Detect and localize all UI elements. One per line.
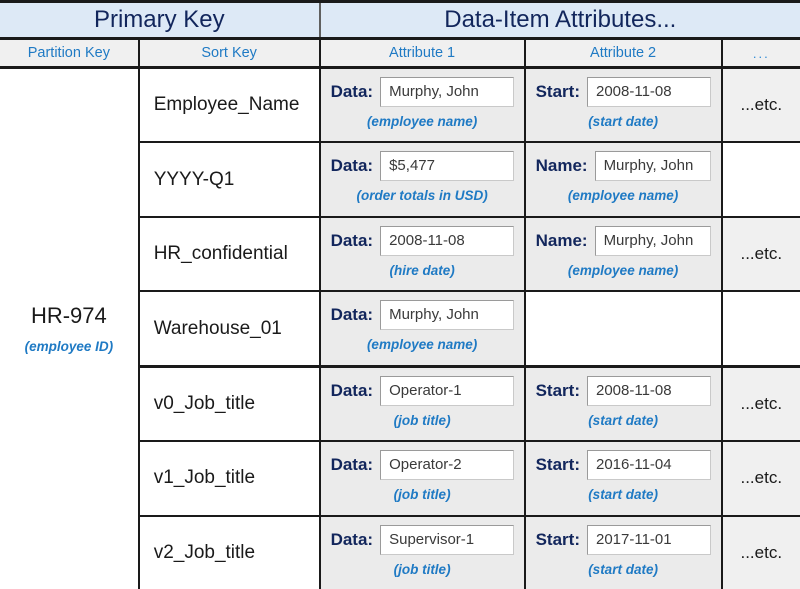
attribute-value: Operator-2: [380, 450, 514, 480]
attribute-caption: (order totals in USD): [331, 188, 514, 203]
attribute-value: 2017-11-01: [587, 525, 711, 555]
dynamodb-table-diagram: Primary Key Data-Item Attributes... Part…: [0, 0, 800, 586]
more-attributes-cell: ...etc.: [722, 217, 800, 291]
attribute-caption: (employee name): [536, 263, 711, 278]
attribute-value: 2008-11-08: [587, 77, 711, 107]
attribute-value: 2008-11-08: [380, 226, 514, 256]
attribute-label: Data:: [331, 300, 374, 325]
more-attributes-cell: [722, 291, 800, 366]
sort-key-cell: v0_Job_title: [139, 366, 320, 441]
attribute-label: Name:: [536, 151, 588, 176]
attribute-2-cell: Name: Murphy, John (employee name): [525, 217, 722, 291]
attribute-label: Start:: [536, 77, 580, 102]
table-row: HR-974 (employee ID) Employee_Name Data:…: [0, 68, 800, 143]
attribute-label: Name:: [536, 226, 588, 251]
attribute-label: Data:: [331, 151, 374, 176]
attribute-value: 2016-11-04: [587, 450, 711, 480]
attribute-value: Supervisor-1: [380, 525, 514, 555]
attribute-value: $5,477: [380, 151, 514, 181]
attribute-value: Murphy, John: [380, 77, 514, 107]
sort-key-cell: Employee_Name: [139, 68, 320, 143]
attribute-caption: (employee name): [536, 188, 711, 203]
attribute-label: Start:: [536, 525, 580, 550]
sort-key-cell: HR_confidential: [139, 217, 320, 291]
attribute-label: Data:: [331, 376, 374, 401]
attribute-2-cell: [525, 291, 722, 366]
more-attributes-cell: ...etc.: [722, 68, 800, 143]
sort-key-cell: v2_Job_title: [139, 516, 320, 589]
attribute-label: Start:: [536, 450, 580, 475]
column-header-attribute-1: Attribute 1: [320, 39, 525, 68]
data-table: Primary Key Data-Item Attributes... Part…: [0, 3, 800, 589]
attribute-1-cell: Data: Supervisor-1 (job title): [320, 516, 525, 589]
more-attributes-cell: ...etc.: [722, 516, 800, 589]
attribute-value: Murphy, John: [595, 151, 711, 181]
column-header-sort-key: Sort Key: [139, 39, 320, 68]
attribute-1-cell: Data: 2008-11-08 (hire date): [320, 217, 525, 291]
attribute-2-cell: Start: 2017-11-01 (start date): [525, 516, 722, 589]
attribute-label: Start:: [536, 376, 580, 401]
attribute-1-cell: Data: Murphy, John (employee name): [320, 68, 525, 143]
attribute-caption: (start date): [536, 413, 711, 428]
attribute-caption: (employee name): [331, 337, 514, 352]
data-item-attributes-band-title: Data-Item Attributes...: [320, 3, 800, 39]
attribute-2-cell: Name: Murphy, John (employee name): [525, 142, 722, 216]
attribute-value: Murphy, John: [595, 226, 711, 256]
sort-key-cell: v1_Job_title: [139, 441, 320, 515]
primary-key-band-title: Primary Key: [0, 3, 320, 39]
attribute-caption: (job title): [331, 413, 514, 428]
attribute-caption: (start date): [536, 114, 711, 129]
sort-key-cell: Warehouse_01: [139, 291, 320, 366]
partition-key-value: HR-974: [4, 304, 134, 328]
column-header-partition-key: Partition Key: [0, 39, 139, 68]
header-band-row: Primary Key Data-Item Attributes...: [0, 3, 800, 39]
attribute-1-cell: Data: Operator-2 (job title): [320, 441, 525, 515]
attribute-caption: (start date): [536, 487, 711, 502]
attribute-caption: (employee name): [331, 114, 514, 129]
table-body: Primary Key Data-Item Attributes... Part…: [0, 3, 800, 589]
attribute-label: Data:: [331, 77, 374, 102]
attribute-1-cell: Data: $5,477 (order totals in USD): [320, 142, 525, 216]
attribute-value: 2008-11-08: [587, 376, 711, 406]
more-attributes-cell: ...etc.: [722, 441, 800, 515]
attribute-value: Murphy, John: [380, 300, 514, 330]
sort-key-cell: YYYY-Q1: [139, 142, 320, 216]
attribute-2-cell: Start: 2016-11-04 (start date): [525, 441, 722, 515]
column-header-more-ellipsis-icon: ...: [722, 39, 800, 68]
partition-key-cell: HR-974 (employee ID): [0, 68, 139, 589]
partition-key-caption: (employee ID): [4, 339, 134, 354]
attribute-label: Data:: [331, 525, 374, 550]
attribute-caption: (start date): [536, 562, 711, 577]
column-header-attribute-2: Attribute 2: [525, 39, 722, 68]
attribute-1-cell: Data: Murphy, John (employee name): [320, 291, 525, 366]
column-header-row: Partition Key Sort Key Attribute 1 Attri…: [0, 39, 800, 68]
attribute-caption: (hire date): [331, 263, 514, 278]
attribute-value: Operator-1: [380, 376, 514, 406]
attribute-2-cell: Start: 2008-11-08 (start date): [525, 68, 722, 143]
attribute-label: Data:: [331, 450, 374, 475]
attribute-2-cell: Start: 2008-11-08 (start date): [525, 366, 722, 441]
more-attributes-cell: [722, 142, 800, 216]
attribute-caption: (job title): [331, 487, 514, 502]
attribute-1-cell: Data: Operator-1 (job title): [320, 366, 525, 441]
attribute-caption: (job title): [331, 562, 514, 577]
attribute-label: Data:: [331, 226, 374, 251]
more-attributes-cell: ...etc.: [722, 366, 800, 441]
